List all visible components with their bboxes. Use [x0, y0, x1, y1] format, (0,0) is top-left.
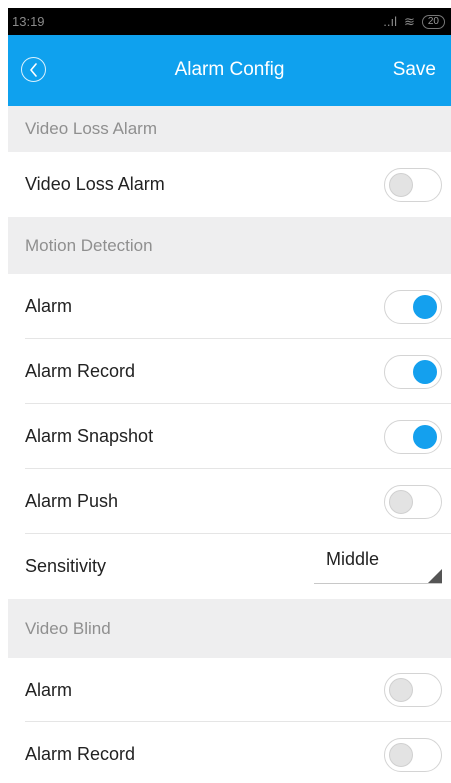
- sensitivity-select[interactable]: Middle: [314, 544, 442, 584]
- toggle-knob: [389, 678, 413, 702]
- motion-alarm-toggle[interactable]: [384, 289, 442, 324]
- motion-alarm-record-toggle[interactable]: [384, 354, 442, 389]
- section-header-motion-detection: Motion Detection: [8, 217, 451, 274]
- motion-alarm-push-toggle[interactable]: [384, 484, 442, 519]
- status-icons: ..ıl ≋ 20: [383, 14, 445, 30]
- toggle-knob: [413, 424, 437, 449]
- page-title: Alarm Config: [174, 59, 285, 80]
- settings-list: Video Loss Alarm Video Loss Alarm Motion…: [8, 106, 451, 783]
- dropdown-corner-icon: [428, 569, 442, 583]
- status-time: 13:19: [12, 14, 45, 29]
- save-button[interactable]: Save: [393, 59, 436, 81]
- row-video-loss-alarm: Video Loss Alarm: [8, 152, 451, 217]
- toggle-knob: [413, 294, 437, 319]
- section-header-video-blind: Video Blind: [8, 599, 451, 658]
- toggle-knob: [389, 172, 413, 197]
- row-label: Alarm Push: [25, 491, 119, 511]
- row-label: Alarm Record: [25, 744, 136, 764]
- row-motion-alarm-push: Alarm Push: [8, 469, 451, 534]
- video-loss-alarm-toggle[interactable]: [384, 167, 442, 202]
- nav-bar: Alarm Config Save: [8, 35, 451, 106]
- row-sensitivity: Sensitivity Middle: [8, 534, 451, 599]
- toggle-knob: [413, 359, 437, 384]
- row-motion-alarm-record: Alarm Record: [8, 339, 451, 404]
- blind-alarm-toggle[interactable]: [384, 673, 442, 707]
- wifi-icon: ≋: [403, 13, 415, 29]
- status-bar: 13:19 ..ıl ≋ 20: [8, 8, 451, 35]
- toggle-knob: [389, 742, 413, 767]
- row-label: Alarm Record: [25, 361, 136, 381]
- section-header-video-loss: Video Loss Alarm: [8, 106, 451, 152]
- motion-alarm-snapshot-toggle[interactable]: [384, 419, 442, 454]
- toggle-knob: [389, 489, 413, 514]
- row-motion-alarm-snapshot: Alarm Snapshot: [8, 404, 451, 469]
- blind-alarm-record-toggle[interactable]: [384, 737, 442, 772]
- signal-icon: ..ıl: [383, 14, 397, 29]
- sensitivity-value: Middle: [326, 549, 380, 569]
- row-label: Video Loss Alarm: [25, 174, 165, 194]
- row-blind-alarm-record: Alarm Record: [8, 722, 451, 783]
- row-motion-alarm: Alarm: [8, 274, 451, 339]
- row-label: Sensitivity: [25, 556, 107, 576]
- row-label: Alarm Snapshot: [25, 426, 154, 446]
- row-blind-alarm: Alarm: [8, 658, 451, 722]
- row-label: Alarm: [25, 679, 73, 700]
- row-label: Alarm: [25, 296, 73, 316]
- battery-icon: 20: [421, 14, 445, 29]
